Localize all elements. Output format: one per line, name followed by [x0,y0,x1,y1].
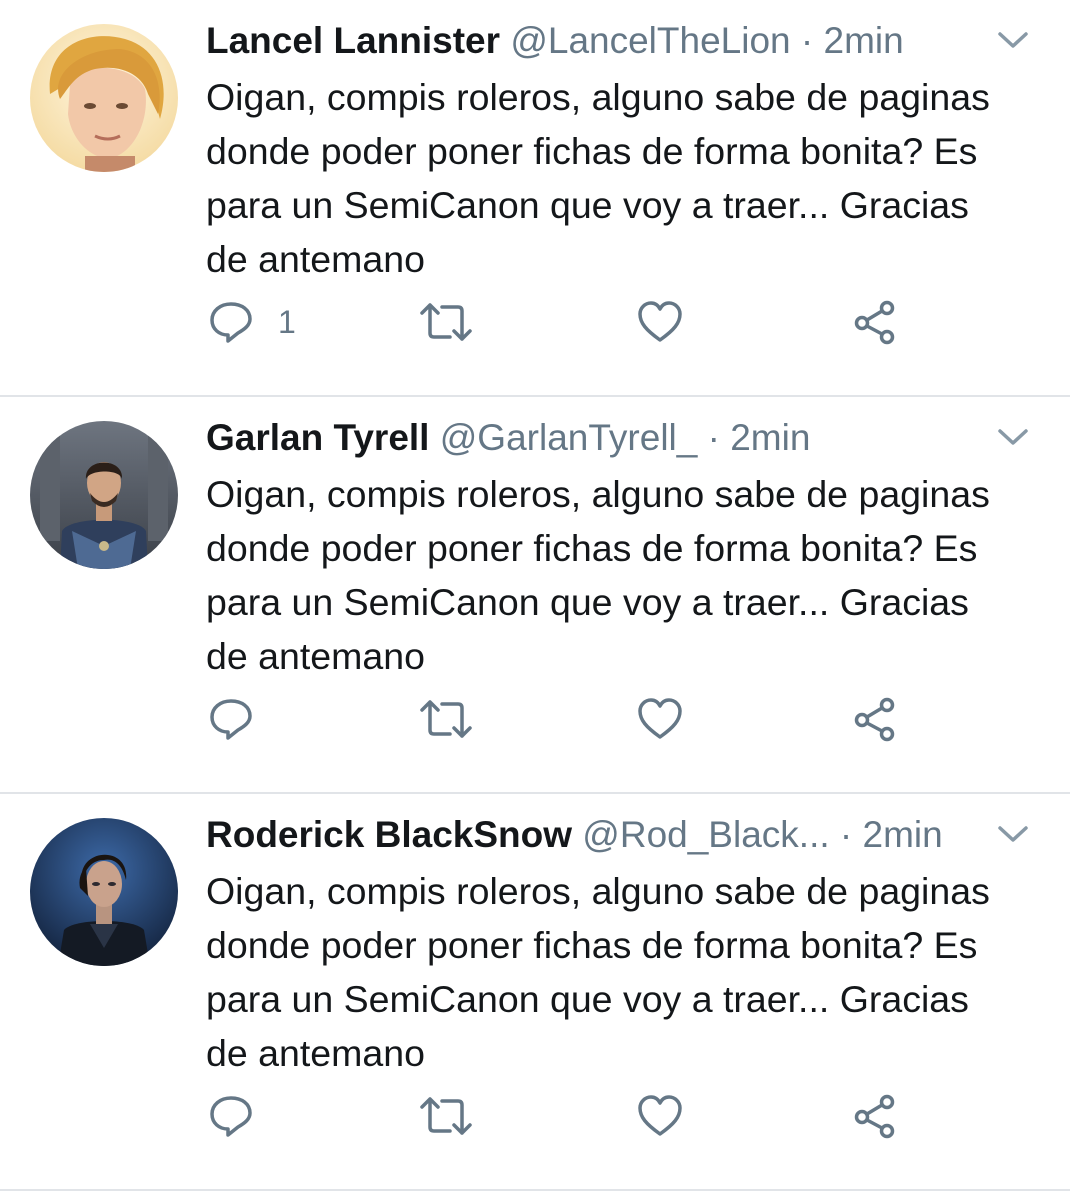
tweet-header: Garlan Tyrell @GarlanTyrell_ · 2min [206,415,976,461]
share-icon [852,1093,898,1139]
reply-icon [208,696,254,742]
like-icon [636,299,684,345]
retweet-icon [418,1093,474,1139]
reply-button[interactable] [208,689,278,749]
tweet-item[interactable]: Roderick BlackSnow @Rod_Black... · 2min … [0,794,1070,1191]
retweet-button[interactable] [418,292,474,352]
like-icon [636,696,684,742]
user-handle[interactable]: @LancelTheLion [510,20,790,61]
display-name[interactable]: Lancel Lannister [206,20,500,61]
reply-button[interactable] [208,1086,278,1146]
tweet-actions [206,689,926,749]
share-icon [852,299,898,345]
tweet-text: Oigan, compis roleros, alguno sabe de pa… [206,473,990,677]
user-handle[interactable]: @Rod_Black... [582,814,829,855]
retweet-icon [418,299,474,345]
retweet-button[interactable] [418,1086,474,1146]
avatar[interactable] [30,818,178,966]
share-button[interactable] [852,1086,898,1146]
avatar[interactable] [30,421,178,569]
tweet-actions [206,1086,926,1146]
tweet-item[interactable]: Lancel Lannister @LancelTheLion · 2min O… [0,0,1070,397]
reply-icon [208,1093,254,1139]
display-name[interactable]: Roderick BlackSnow [206,814,572,855]
tweet-text: Oigan, compis roleros, alguno sabe de pa… [206,870,990,1074]
chevron-down-icon[interactable] [996,28,1030,52]
like-button[interactable] [636,292,684,352]
tweet-timeline: Lancel Lannister @LancelTheLion · 2min O… [0,0,1070,1191]
chevron-down-icon[interactable] [996,425,1030,449]
share-button[interactable] [852,689,898,749]
avatar[interactable] [30,24,178,172]
display-name[interactable]: Garlan Tyrell [206,417,429,458]
reply-count: 1 [278,303,296,340]
like-button[interactable] [636,689,684,749]
separator-dot: · [839,814,853,855]
separator-dot: · [707,417,720,458]
reply-button[interactable]: 1 [208,292,296,352]
avatar-image-roderick [30,818,178,966]
user-handle[interactable]: @GarlanTyrell_ [440,417,698,458]
tweet-header: Roderick BlackSnow @Rod_Black... · 2min [206,812,976,858]
reply-icon [208,299,254,345]
share-icon [852,696,898,742]
timestamp[interactable]: 2min [824,20,904,61]
tweet-header: Lancel Lannister @LancelTheLion · 2min [206,18,976,64]
chevron-down-icon[interactable] [996,822,1030,846]
tweet-actions: 1 [206,292,926,352]
tweet-item[interactable]: Garlan Tyrell @GarlanTyrell_ · 2min Oiga… [0,397,1070,794]
like-icon [636,1093,684,1139]
avatar-image-garlan [30,421,178,569]
timestamp[interactable]: 2min [730,417,810,458]
retweet-icon [418,696,474,742]
retweet-button[interactable] [418,689,474,749]
share-button[interactable] [852,292,898,352]
separator-dot: · [800,20,814,61]
timestamp[interactable]: 2min [863,814,943,855]
avatar-image-lancel [30,24,178,172]
like-button[interactable] [636,1086,684,1146]
tweet-text: Oigan, compis roleros, alguno sabe de pa… [206,76,990,280]
